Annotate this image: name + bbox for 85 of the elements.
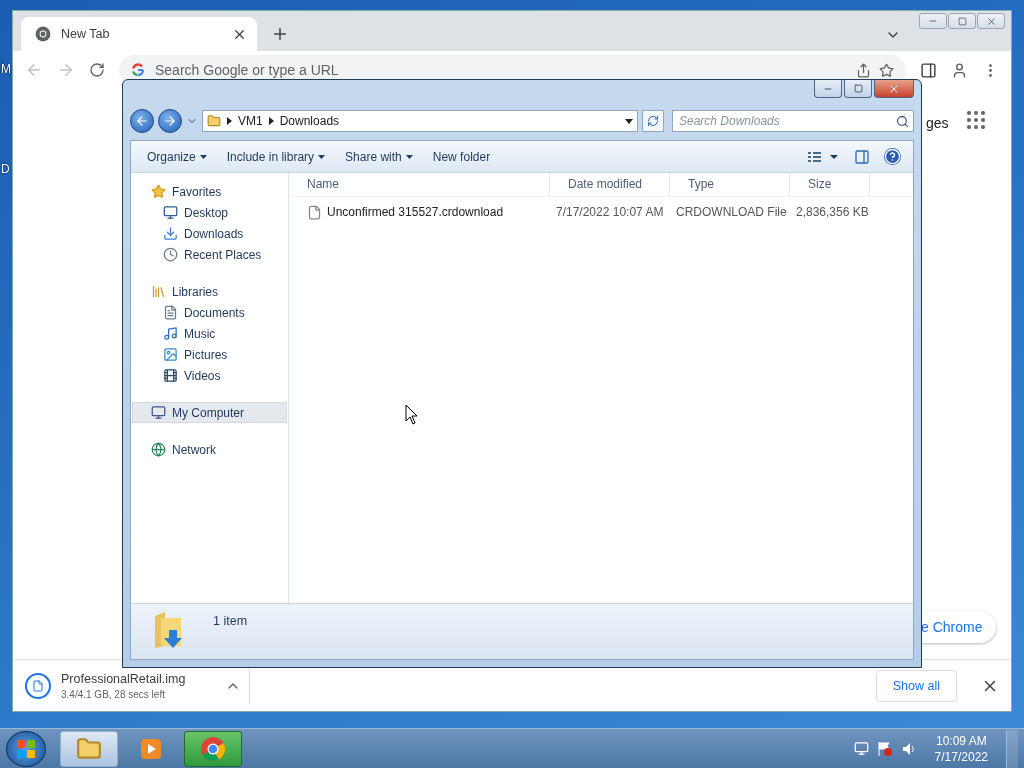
document-icon <box>163 305 178 320</box>
folder-icon <box>76 735 102 762</box>
maximize-icon <box>957 16 967 26</box>
toolbar-button[interactable]: Share with <box>337 145 421 168</box>
toolbar-button[interactable]: New folder <box>424 145 499 168</box>
film-icon <box>163 368 178 383</box>
minimize-button[interactable] <box>814 80 842 98</box>
start-button[interactable] <box>6 730 46 767</box>
clock[interactable]: 10:09 AM 7/17/2022 <box>934 733 988 764</box>
play-icon <box>139 736 163 761</box>
breadcrumb-item[interactable]: Downloads <box>279 114 340 128</box>
breadcrumb-item[interactable]: VM1 <box>238 114 263 128</box>
apps-grid-icon[interactable] <box>967 111 985 129</box>
maximize-button[interactable] <box>844 80 872 98</box>
desktop-icon-label[interactable]: D <box>1 162 10 176</box>
column-header[interactable]: Date modified <box>550 173 670 196</box>
forward-button[interactable] <box>158 109 182 133</box>
forward-icon <box>163 114 177 128</box>
images-link[interactable]: ges <box>926 115 949 131</box>
profile-icon[interactable] <box>951 61 968 79</box>
folder-icon <box>207 114 221 128</box>
item-count: 1 item <box>213 613 248 628</box>
close-icon <box>985 15 997 27</box>
close-button[interactable] <box>874 80 914 98</box>
nav-item[interactable]: Recent Places <box>132 244 287 265</box>
start-icon <box>17 739 35 758</box>
reload-icon[interactable] <box>89 62 105 78</box>
view-list-icon[interactable] <box>808 150 840 163</box>
chrome-icon <box>35 26 51 42</box>
help-icon[interactable] <box>884 148 901 165</box>
refresh-button[interactable] <box>642 110 664 132</box>
column-header[interactable]: Name <box>289 173 550 196</box>
desktop-icon-label[interactable]: M <box>1 62 11 76</box>
nav-item[interactable]: Network <box>132 439 287 460</box>
show-all-button[interactable]: Show all <box>875 669 957 702</box>
nav-item[interactable]: Documents <box>132 302 287 323</box>
globe-icon <box>151 442 166 457</box>
column-header[interactable]: Size <box>790 173 870 196</box>
caret-icon[interactable] <box>625 118 633 124</box>
monitor-icon <box>151 405 166 420</box>
table-cell-text: 2,836,356 KB <box>795 205 870 219</box>
image-icon <box>163 347 178 362</box>
toolbar-button[interactable]: Organize <box>139 145 215 168</box>
address-field[interactable]: VM1 Downloads <box>202 110 638 132</box>
flag-icon[interactable] <box>876 740 893 757</box>
nav-item[interactable]: Favorites <box>132 181 287 202</box>
customize-button[interactable]: e Chrome <box>919 611 997 643</box>
nav-item[interactable]: My Computer <box>132 402 287 423</box>
new-tab-icon[interactable] <box>271 25 289 43</box>
taskbar-button[interactable] <box>60 730 118 767</box>
download-status: 3.4/4.1 GB, 28 secs left <box>61 688 166 700</box>
nav-item[interactable]: Pictures <box>132 344 287 365</box>
maximize-icon <box>853 84 863 93</box>
toolbar-button[interactable]: Include in library <box>218 145 334 168</box>
preview-pane-icon[interactable] <box>854 148 870 165</box>
nav-item[interactable]: Music <box>132 323 287 344</box>
chrome-icon <box>200 735 226 762</box>
star-icon <box>151 184 166 199</box>
nav-item[interactable]: Videos <box>132 365 287 386</box>
browser-tab[interactable]: New Tab <box>21 17 257 51</box>
file-name[interactable]: Unconfirmed 315527.crdownload <box>289 204 550 220</box>
back-button[interactable] <box>130 109 154 133</box>
column-header[interactable]: Type <box>670 173 790 196</box>
download-filename[interactable]: ProfessionalRetail.img <box>61 671 215 686</box>
caret-icon <box>227 117 232 125</box>
nav-item[interactable]: Desktop <box>132 202 287 223</box>
library-icon <box>151 284 166 299</box>
share-icon[interactable] <box>856 62 871 78</box>
download-icon <box>163 226 178 241</box>
table-cell-text: 7/17/2022 10:07 AM <box>555 205 665 219</box>
cursor-icon <box>405 404 419 426</box>
music-icon <box>163 326 178 341</box>
table-cell-text: CRDOWNLOAD File <box>675 205 788 219</box>
nav-item[interactable]: Libraries <box>132 281 287 302</box>
google-icon <box>131 63 145 77</box>
file-icon <box>307 204 322 220</box>
taskbar-button[interactable] <box>184 730 242 767</box>
caret-icon <box>268 117 274 125</box>
star-icon[interactable] <box>879 62 894 78</box>
clock-icon <box>163 247 178 262</box>
refresh-icon <box>647 115 659 127</box>
back-icon <box>135 114 149 128</box>
side-panel-icon[interactable] <box>920 61 937 79</box>
monitor-icon <box>163 205 178 220</box>
nav-item[interactable]: Downloads <box>132 223 287 244</box>
